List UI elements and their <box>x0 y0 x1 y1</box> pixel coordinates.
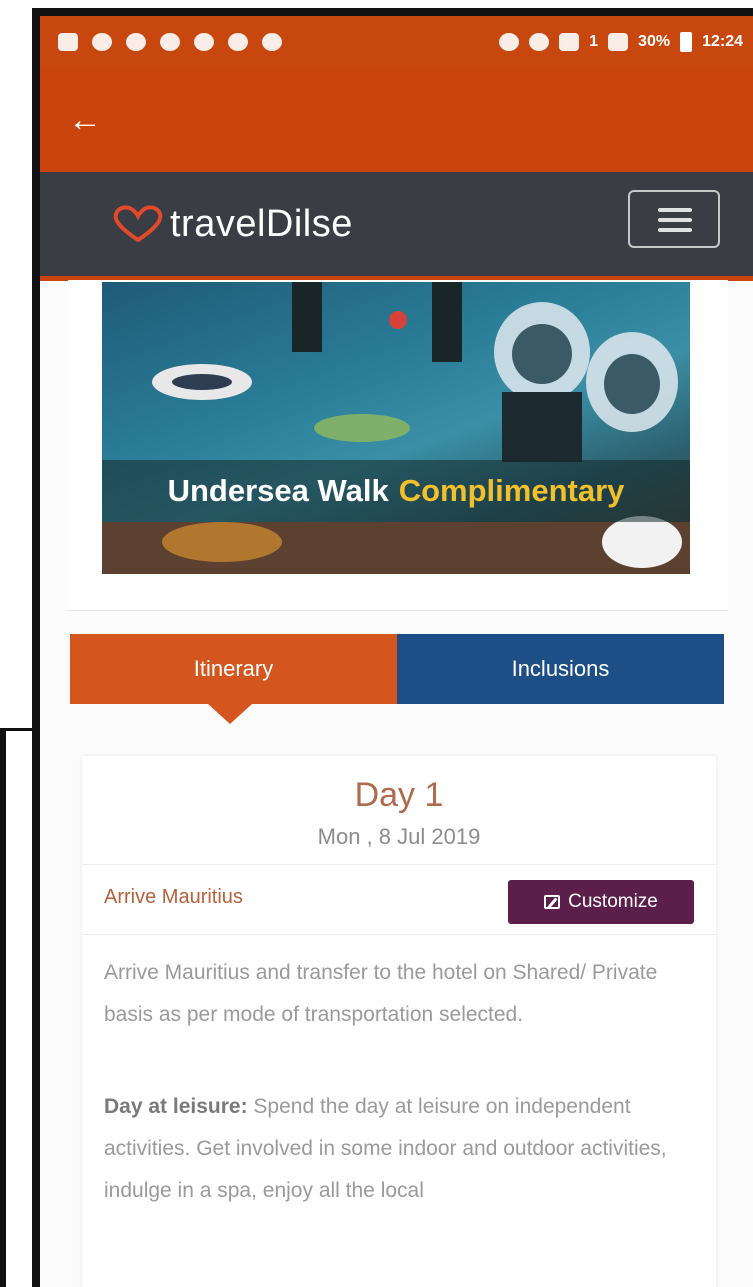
sync-icon <box>228 33 248 51</box>
phone-screen: 1 30% 12:24 ← travelDilse Undersea Walk … <box>40 16 753 1287</box>
hamburger-menu-button[interactable] <box>628 190 720 248</box>
leisure-description: Day at leisure: Spend the day at leisure… <box>104 1086 694 1212</box>
notification-icons <box>40 33 282 51</box>
heart-logo-icon <box>113 205 163 243</box>
arrow-left-icon[interactable]: ← <box>68 100 108 140</box>
record-icon <box>194 33 214 51</box>
divider <box>82 934 716 935</box>
activity-description: Arrive Mauritius and transfer to the hot… <box>104 961 658 1026</box>
photo-frame-top <box>32 8 753 16</box>
tab-itinerary-label: Itinerary <box>193 656 274 681</box>
customize-button[interactable]: Customize <box>508 880 694 924</box>
network-label: 1 <box>589 33 599 50</box>
day-title: Day 1 <box>354 776 444 814</box>
clock: 12:24 <box>702 33 743 50</box>
wifi-icon <box>559 33 580 51</box>
active-tab-pointer <box>208 704 252 724</box>
day-card: Day 1 Mon , 8 Jul 2019 Arrive Mauritius … <box>82 756 716 1287</box>
site-navbar: travelDilse <box>40 172 753 281</box>
itinerary-tabs: Itinerary Inclusions <box>70 634 724 724</box>
photo-frame-edge-cap <box>0 728 40 731</box>
status-bar: 1 30% 12:24 <box>40 16 753 68</box>
message-icon <box>58 33 78 51</box>
system-indicators: 1 30% 12:24 <box>499 32 753 52</box>
headphones-icon <box>499 33 520 51</box>
day-date: Mon , 8 Jul 2019 <box>317 824 481 849</box>
customize-label: Customize <box>568 891 658 912</box>
banner-caption-highlight: Complimentary <box>398 473 625 508</box>
tab-inclusions[interactable]: Inclusions <box>397 634 724 704</box>
brand-logo[interactable]: travelDilse <box>112 196 353 252</box>
tab-itinerary[interactable]: Itinerary <box>70 634 397 724</box>
alarm-icon <box>529 33 550 51</box>
home-icon <box>160 33 180 51</box>
activity-title: Arrive Mauritius <box>104 886 243 908</box>
banner-card: Undersea Walk Complimentary <box>68 280 728 611</box>
photo-frame-left <box>32 8 40 1287</box>
tab-inclusions-label: Inclusions <box>511 656 610 681</box>
touch-icon <box>92 33 112 51</box>
call-icon <box>126 33 146 51</box>
app-icon <box>262 33 282 51</box>
battery-percent: 30% <box>638 33 671 50</box>
leisure-label: Day at leisure: <box>104 1095 248 1118</box>
undersea-scene <box>102 282 690 574</box>
undersea-walk-photo[interactable]: Undersea Walk Complimentary <box>102 282 690 574</box>
menu-bar-middle <box>658 218 692 222</box>
menu-bar-bottom <box>658 228 692 232</box>
banner-caption: Undersea Walk Complimentary <box>102 460 690 522</box>
menu-bar-top <box>658 208 692 212</box>
banner-caption-main: Undersea Walk <box>167 473 389 508</box>
app-bar: ← <box>40 68 753 172</box>
battery-icon <box>680 32 693 52</box>
edit-icon <box>544 895 561 909</box>
divider <box>82 864 716 865</box>
signal-icon <box>608 33 629 51</box>
brand-name: travelDilse <box>170 202 353 245</box>
photo-frame-edge <box>0 728 6 1287</box>
